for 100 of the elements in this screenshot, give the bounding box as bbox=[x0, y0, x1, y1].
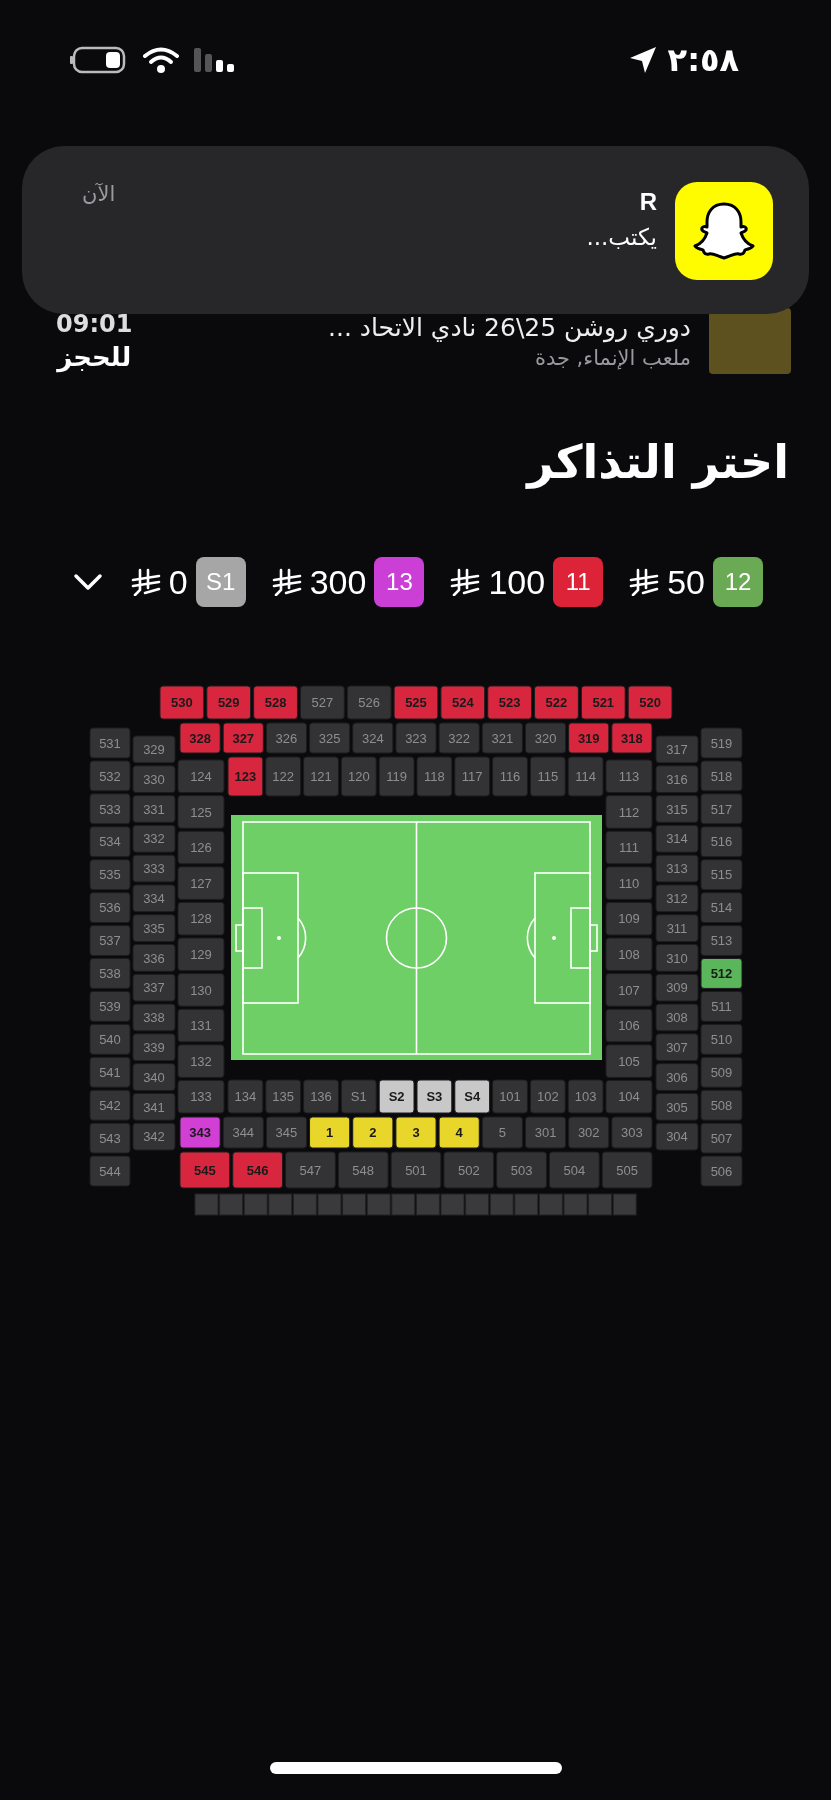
wifi-icon bbox=[142, 46, 180, 74]
section-label: 310 bbox=[666, 950, 688, 966]
section-label: 538 bbox=[99, 966, 121, 982]
section-label: 121 bbox=[310, 769, 332, 785]
stadium-section[interactable] bbox=[700, 859, 743, 891]
battery-icon bbox=[70, 46, 128, 74]
stadium-section[interactable] bbox=[700, 760, 743, 792]
section-label: 536 bbox=[99, 900, 121, 916]
stadium-section[interactable] bbox=[132, 884, 176, 913]
stadium-section[interactable] bbox=[89, 826, 131, 858]
section-label: 115 bbox=[537, 769, 559, 785]
ticket-price: 100 bbox=[488, 562, 546, 602]
section-label: 130 bbox=[190, 982, 212, 998]
stadium-section[interactable] bbox=[700, 958, 743, 989]
section-label: 124 bbox=[190, 769, 212, 784]
stadium-section[interactable] bbox=[454, 1079, 491, 1114]
event-title: دوري روشن 25\26 نادي الاتحاد ... bbox=[327, 312, 691, 342]
category-badge[interactable]: S1 bbox=[195, 557, 246, 607]
section-label: 125 bbox=[190, 804, 212, 820]
section-label: 331 bbox=[143, 801, 165, 817]
section-label: 307 bbox=[666, 1039, 688, 1055]
section-label: 332 bbox=[143, 831, 165, 847]
booking-link[interactable]: للحجز bbox=[57, 342, 132, 372]
section-label: 321 bbox=[491, 730, 514, 746]
section-label: 322 bbox=[448, 730, 471, 746]
section-label: 344 bbox=[232, 1125, 255, 1141]
section-label: 131 bbox=[190, 1018, 212, 1034]
section-label: 511 bbox=[711, 999, 732, 1015]
stadium-section[interactable] bbox=[529, 756, 566, 797]
stadium-section[interactable] bbox=[309, 722, 351, 754]
section-label: 135 bbox=[272, 1089, 295, 1105]
section-label: 503 bbox=[510, 1162, 533, 1178]
section-label: 345 bbox=[275, 1125, 298, 1141]
stadium-section[interactable] bbox=[89, 1056, 131, 1088]
section-label: 123 bbox=[234, 769, 257, 785]
section-label: 520 bbox=[639, 695, 661, 711]
section-label: 318 bbox=[621, 730, 643, 746]
stadium-section[interactable] bbox=[352, 1116, 394, 1149]
section-label: 333 bbox=[143, 861, 165, 877]
section-label: 119 bbox=[386, 769, 407, 785]
section-label: 315 bbox=[666, 801, 688, 817]
section-label: 535 bbox=[99, 867, 121, 883]
section-label: 5 bbox=[498, 1125, 506, 1141]
section-label: 320 bbox=[534, 730, 557, 746]
section-label: 532 bbox=[99, 768, 121, 784]
section-label: 523 bbox=[498, 695, 521, 711]
stadium-section[interactable] bbox=[655, 1122, 699, 1151]
section-label: 128 bbox=[190, 911, 212, 927]
section-label: 110 bbox=[618, 875, 640, 891]
section-label: S2 bbox=[388, 1089, 405, 1105]
section-label: 126 bbox=[190, 840, 212, 856]
stadium-section[interactable] bbox=[700, 892, 743, 924]
section-label: 308 bbox=[666, 1010, 688, 1026]
stadium-section[interactable] bbox=[309, 1116, 351, 1149]
section-label: 107 bbox=[618, 982, 640, 998]
notification-title: R bbox=[638, 188, 657, 216]
section-label: 106 bbox=[618, 1018, 640, 1034]
signal-icon bbox=[194, 46, 236, 74]
section-label: 521 bbox=[592, 695, 615, 711]
section-label: 531 bbox=[99, 735, 121, 751]
section-label: 323 bbox=[405, 730, 427, 746]
category-badge[interactable]: 13 bbox=[374, 557, 425, 607]
section-label: 527 bbox=[311, 695, 334, 711]
stadium-section[interactable] bbox=[700, 826, 743, 858]
section-label: 327 bbox=[232, 730, 255, 746]
riyal-icon bbox=[130, 568, 161, 596]
stadium-section[interactable] bbox=[438, 1116, 480, 1149]
section-label: 134 bbox=[234, 1089, 257, 1105]
stadium-section[interactable] bbox=[395, 1116, 437, 1149]
stadium-section[interactable] bbox=[132, 1092, 176, 1121]
section-label: 502 bbox=[457, 1162, 480, 1178]
section-label: 103 bbox=[574, 1089, 597, 1105]
stadium-section[interactable] bbox=[227, 1079, 264, 1114]
stadium-section[interactable] bbox=[655, 914, 699, 942]
section-label: 319 bbox=[577, 730, 600, 746]
stadium-section[interactable] bbox=[700, 793, 743, 825]
stadium-section[interactable] bbox=[89, 1155, 131, 1187]
stadium-section[interactable] bbox=[524, 722, 567, 754]
section-label: 328 bbox=[189, 730, 211, 746]
stadium-section[interactable] bbox=[416, 1079, 453, 1114]
stadium-section[interactable] bbox=[265, 722, 308, 754]
riyal-icon bbox=[271, 568, 302, 596]
section-label: 525 bbox=[405, 695, 427, 711]
section-label: 118 bbox=[424, 769, 445, 785]
section-label: 517 bbox=[710, 801, 733, 817]
stadium-section[interactable] bbox=[352, 722, 394, 754]
section-label: 339 bbox=[143, 1039, 165, 1055]
section-label: 316 bbox=[666, 771, 688, 787]
section-label: 544 bbox=[99, 1163, 121, 1179]
stadium-section[interactable] bbox=[700, 727, 743, 759]
category-badge[interactable]: 12 bbox=[713, 557, 763, 607]
stadium-section[interactable] bbox=[378, 1079, 415, 1114]
stadium-section[interactable] bbox=[700, 925, 743, 956]
section-label: 341 bbox=[143, 1099, 165, 1115]
category-badge[interactable]: 11 bbox=[553, 557, 604, 607]
stadium-section[interactable] bbox=[655, 824, 699, 853]
section-label: 513 bbox=[710, 933, 733, 949]
section-label: 2 bbox=[369, 1125, 377, 1141]
section-label: 1 bbox=[326, 1125, 334, 1141]
ticket-price: 50 bbox=[667, 562, 705, 602]
